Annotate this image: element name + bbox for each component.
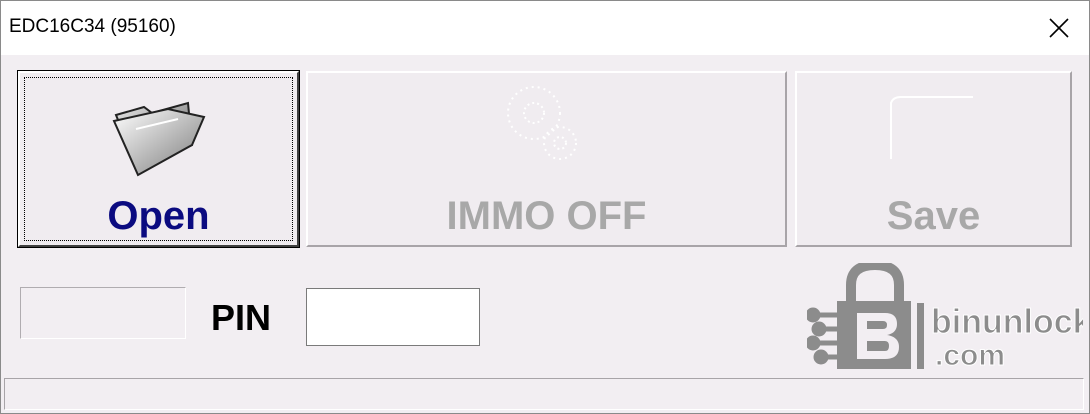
immo-off-button[interactable]: IMMO OFF <box>306 71 787 247</box>
binunlock-logo: binunlock .com <box>807 263 1083 373</box>
app-window: EDC16C34 (95160) Open IMMO OFF Save PIN … <box>0 0 1090 414</box>
title-bar: EDC16C34 (95160) <box>1 1 1089 55</box>
close-icon <box>1049 18 1069 38</box>
window-title: EDC16C34 (95160) <box>9 16 176 37</box>
logo-text-line1: binunlock <box>931 303 1083 341</box>
save-button[interactable]: Save <box>795 71 1072 247</box>
pin-input[interactable] <box>306 288 480 346</box>
client-area: Open IMMO OFF Save PIN binunlock .com <box>1 55 1089 413</box>
logo-text-line2: .com <box>935 339 1005 372</box>
open-button[interactable]: Open <box>17 70 300 248</box>
close-button[interactable] <box>1029 1 1089 55</box>
save-disabled-icon <box>890 96 973 159</box>
open-button-label: Open <box>107 194 210 238</box>
gear-disabled-icon <box>507 86 577 160</box>
status-bar <box>4 378 1084 410</box>
save-button-label: Save <box>886 194 981 238</box>
folder-open-icon <box>112 101 206 177</box>
immo-off-button-label: IMMO OFF <box>446 194 647 238</box>
status-field <box>20 287 186 339</box>
pin-label: PIN <box>211 297 272 338</box>
